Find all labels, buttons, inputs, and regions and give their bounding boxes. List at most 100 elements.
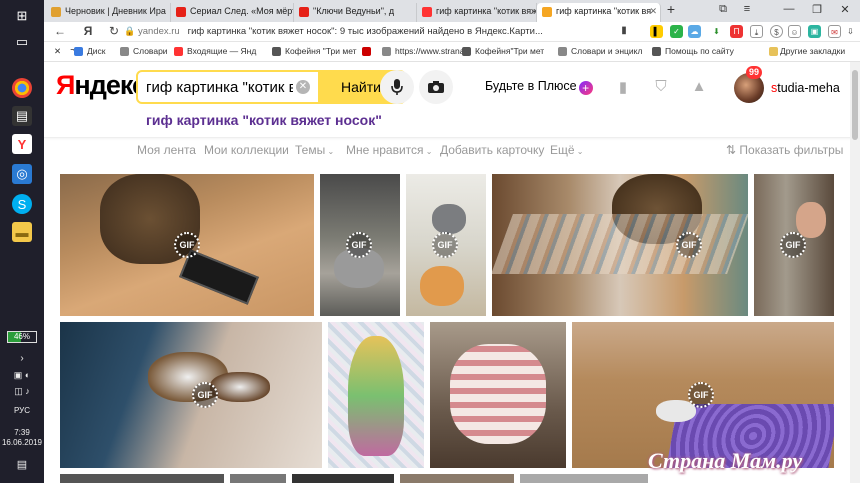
yandex-home-icon[interactable]: Я	[80, 24, 96, 38]
restore-icon[interactable]: ❐	[808, 3, 826, 16]
file-explorer-icon[interactable]: ▬	[12, 222, 32, 242]
back-icon[interactable]: ←	[52, 24, 68, 38]
image-result[interactable]: GIF	[320, 174, 400, 316]
adguard-icon[interactable]: ✓	[670, 25, 683, 38]
shield-icon[interactable]: ⛉	[652, 78, 670, 96]
search-input[interactable]	[138, 72, 293, 102]
minimize-icon[interactable]: —	[780, 3, 798, 15]
chrome-icon[interactable]	[12, 78, 32, 98]
bookmark-inbox[interactable]: Входящие — Янд	[174, 46, 256, 56]
skype-icon[interactable]: S	[12, 194, 32, 214]
image-result[interactable]: GIF	[60, 322, 322, 468]
bookmark-dictionaries[interactable]: Словари	[120, 46, 168, 56]
nav-themes[interactable]: Темы ⌄	[295, 143, 334, 157]
gmail-icon	[362, 47, 371, 56]
yandex-plus-link[interactable]: Будьте в Плюсе +	[485, 79, 593, 95]
close-tab-icon[interactable]: ✕	[649, 3, 657, 20]
tab-series[interactable]: Сериал След. «Моя мёртв	[171, 3, 294, 22]
yandex-logo[interactable]: Яндекс	[56, 70, 147, 101]
notification-bell-icon[interactable]: ▲	[690, 78, 708, 96]
bookmark-help[interactable]: Помощь по сайту	[652, 46, 734, 56]
dictionary-icon	[120, 47, 129, 56]
chevron-down-icon: ⌄	[423, 147, 433, 156]
download-icon[interactable]: ⬇	[710, 25, 723, 38]
language-indicator[interactable]: РУС	[0, 406, 44, 416]
battery-indicator[interactable]: 46%	[7, 331, 37, 343]
bookmark-coffee-1[interactable]: Кофейня "Три мет	[272, 46, 357, 56]
site-watermark: Страна Мам.ру	[648, 448, 803, 473]
tray-expand-icon[interactable]: ›	[0, 354, 44, 364]
mail-extension-icon[interactable]: ✉	[828, 25, 841, 38]
bookmark-coffee-2[interactable]: Кофейня"Три мет	[462, 46, 544, 56]
url-field[interactable]: yandex.ru гиф картинка "котик вяжет носо…	[138, 24, 680, 40]
scrollbar-thumb[interactable]	[852, 70, 858, 140]
nav-liked[interactable]: Мне нравится ⌄	[346, 143, 432, 157]
bookmark-label: Диск	[87, 46, 106, 56]
money-icon[interactable]: $	[770, 25, 783, 38]
show-filters[interactable]: ⇅ Показать фильтры	[726, 143, 843, 157]
clear-search-icon[interactable]: ✕	[296, 80, 310, 94]
menu-icon[interactable]: ≡	[738, 3, 756, 15]
bookmarks-close-icon[interactable]: ✕	[54, 46, 61, 57]
network-volume-icon[interactable]: ◫ ♪	[0, 386, 44, 396]
username[interactable]: studia-meha	[771, 81, 840, 95]
gif-badge: GIF	[432, 232, 458, 258]
image-result-partial[interactable]	[292, 474, 394, 483]
clock-time[interactable]: 7:39	[0, 428, 44, 438]
page-title-in-url: гиф картинка "котик вяжет носок": 9 тыс …	[187, 26, 543, 37]
tab-draft[interactable]: Черновик | Дневник Ира	[46, 3, 171, 22]
image-result-partial[interactable]	[60, 474, 224, 483]
notifications-icon[interactable]: ▤	[0, 460, 44, 471]
image-result[interactable]: GIF	[60, 174, 314, 316]
cloud-icon[interactable]: ☁	[688, 25, 701, 38]
image-result[interactable]	[328, 322, 424, 468]
collections-bookmark-icon[interactable]: ▮	[614, 78, 632, 96]
tab-keys[interactable]: "Ключи Ведуньи", д	[294, 3, 417, 22]
bookmark-encyclopedias[interactable]: Словари и энцикл	[558, 46, 642, 56]
coffee-icon	[272, 47, 281, 56]
screenshot-icon[interactable]: ▣	[808, 25, 821, 38]
clock-date[interactable]: 16.06.2019	[0, 438, 44, 448]
bookmark-strana[interactable]: https://www.strana	[382, 46, 464, 56]
nav-add-card[interactable]: Добавить карточку	[440, 143, 544, 157]
tab-label: "Ключи Ведуньи", д	[313, 6, 395, 16]
yandex-browser-icon[interactable]: Y	[12, 134, 32, 154]
image-result-partial[interactable]	[400, 474, 514, 483]
image-result[interactable]: GIF	[754, 174, 834, 316]
tab-gif-search-active[interactable]: гиф картинка "котик вя ✕	[537, 3, 661, 22]
image-result-partial[interactable]	[230, 474, 286, 483]
downloader-icon[interactable]: ⤓	[750, 25, 763, 38]
image-result-partial[interactable]	[520, 474, 648, 483]
plus-label: Будьте в Плюсе	[485, 79, 577, 93]
image-result[interactable]: GIF	[406, 174, 486, 316]
voice-search-button[interactable]	[380, 70, 414, 104]
disk-icon	[74, 47, 83, 56]
close-window-icon[interactable]: ✕	[836, 3, 854, 16]
reload-icon[interactable]: ↻	[106, 24, 122, 38]
nav-more[interactable]: Ещё ⌄	[550, 143, 584, 157]
query-title[interactable]: гиф картинка "котик вяжет носок"	[146, 112, 382, 128]
tray-icons[interactable]: ▣ ◐	[0, 370, 44, 380]
instagram-icon[interactable]: ◎	[12, 164, 32, 184]
reader-icon[interactable]: ☺	[788, 25, 801, 38]
address-bar: ← Я ↻ 🔒 yandex.ru гиф картинка "котик вя…	[44, 22, 860, 42]
image-result[interactable]: GIF	[492, 174, 748, 316]
other-bookmarks[interactable]: Другие закладки	[766, 46, 845, 56]
store-icon[interactable]: ▤	[12, 106, 32, 126]
new-tab-button[interactable]: +	[662, 1, 680, 17]
windows-start-icon[interactable]: ⊞	[12, 6, 32, 26]
tab-gif-search-1[interactable]: гиф картинка "котик вяж	[417, 3, 537, 22]
download-menu-icon[interactable]: ⇩	[844, 25, 857, 38]
nav-my-feed[interactable]: Моя лента	[137, 143, 196, 157]
bookmark-icon[interactable]: ▮	[616, 25, 632, 36]
page-scrollbar[interactable]	[850, 62, 860, 483]
nav-my-collections[interactable]: Мои коллекции	[204, 143, 289, 157]
image-result[interactable]	[430, 322, 566, 468]
image-search-button[interactable]	[419, 70, 453, 104]
task-view-icon[interactable]: ▭	[12, 32, 32, 52]
extension-icon[interactable]: ▌	[650, 25, 663, 38]
image-result[interactable]: GIF	[572, 322, 834, 468]
yandex-extension-icon[interactable]: П	[730, 25, 743, 38]
bookmark-disk[interactable]: Диск	[74, 46, 105, 56]
tab-manager-icon[interactable]: ⧉	[714, 3, 732, 16]
